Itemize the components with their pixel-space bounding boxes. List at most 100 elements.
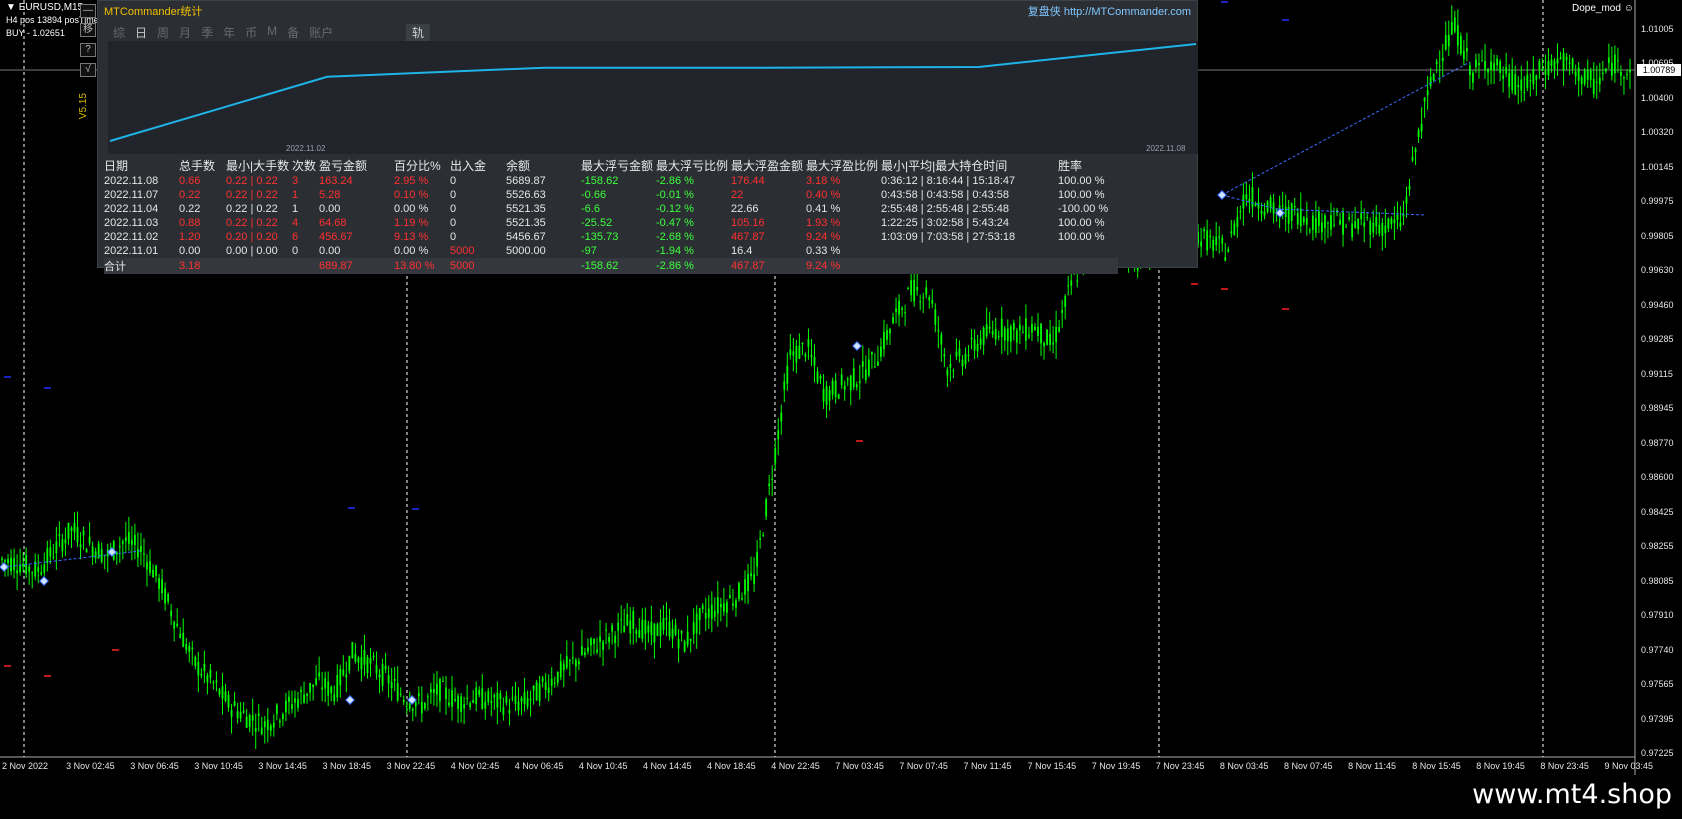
candle-body xyxy=(562,664,565,670)
cell-lots: 0.22 xyxy=(179,203,201,215)
candle-body xyxy=(1040,323,1042,344)
candle-body xyxy=(1538,61,1541,70)
cell-count: 0 xyxy=(292,245,299,257)
candle-body xyxy=(861,361,864,367)
candle-body xyxy=(161,579,163,594)
candle-body xyxy=(1067,285,1070,287)
table-row: 2022.11.04 0.22 0.22 | 0.22 1 0.00 0.00 % 0 552… xyxy=(104,202,1118,216)
candle-body xyxy=(913,279,916,302)
candle-body xyxy=(451,690,453,707)
tab-2[interactable]: 周 xyxy=(152,24,174,41)
candle-body xyxy=(886,330,888,340)
candle-body xyxy=(1034,326,1036,331)
candle-body xyxy=(64,539,67,544)
candle-body xyxy=(756,552,759,567)
move-button[interactable]: 移 xyxy=(80,23,96,37)
candle-body xyxy=(1626,74,1628,76)
column-header: 出入金 xyxy=(450,159,487,173)
candle-body xyxy=(665,618,668,620)
candle-body xyxy=(351,642,354,659)
tab-0[interactable]: 综 xyxy=(108,24,130,41)
tab-7[interactable]: M xyxy=(262,24,282,41)
candle-body xyxy=(1438,65,1441,67)
candle-body xyxy=(880,346,882,357)
candle-body xyxy=(559,661,562,678)
cell-pnl: 5.28 xyxy=(319,189,341,201)
candle-body xyxy=(725,602,728,613)
column-header: 盈亏金额 xyxy=(319,159,368,173)
cell-minmax: 0.22 | 0.22 xyxy=(226,189,278,201)
mini-chart-end-date: 2022.11.08 xyxy=(1146,144,1186,153)
minimize-button[interactable]: — xyxy=(80,4,96,18)
candle-body xyxy=(266,719,269,731)
tab-4[interactable]: 季 xyxy=(196,24,218,41)
tab-3[interactable]: 月 xyxy=(174,24,196,41)
candle-body xyxy=(330,686,333,694)
help-button[interactable]: ? xyxy=(80,43,96,57)
cell-balance: 5521.35 xyxy=(506,217,546,229)
candle-body xyxy=(411,708,414,711)
candle-body xyxy=(831,381,834,395)
tab-8[interactable]: 备 xyxy=(282,24,304,41)
candle-body xyxy=(898,300,900,315)
candle-body xyxy=(188,646,191,652)
candle-body xyxy=(732,603,734,606)
candle-body xyxy=(816,371,819,383)
candle-body xyxy=(1015,330,1018,343)
candle-body xyxy=(218,689,221,695)
candle-body xyxy=(792,351,795,356)
candle-body xyxy=(496,692,499,708)
candle-body xyxy=(689,638,692,641)
candle-body xyxy=(478,689,481,695)
candle-body xyxy=(1375,216,1378,227)
tab-6[interactable]: 币 xyxy=(240,24,262,41)
symbol-label: ▼ EURUSD,M15 xyxy=(6,2,84,13)
check-button[interactable]: √ xyxy=(80,63,96,77)
cell-minmax: 0.00 | 0.00 xyxy=(226,245,278,257)
cell-minmax: 0.22 | 0.22 xyxy=(226,203,278,215)
candle-body xyxy=(922,297,925,299)
candle-body xyxy=(1203,229,1206,232)
candle-body xyxy=(173,621,176,629)
candle-body xyxy=(883,331,885,350)
candle-body xyxy=(300,689,302,692)
tab-9[interactable]: 账户 xyxy=(304,24,338,41)
candle-body xyxy=(1496,58,1499,66)
candle-body xyxy=(393,678,396,681)
candle-body xyxy=(925,287,928,295)
candle-body xyxy=(1420,123,1423,132)
price-tick-label: 1.00145 xyxy=(1641,161,1674,172)
cell-count: 1 xyxy=(292,203,299,215)
cell-win: 100.00 % xyxy=(1058,231,1105,243)
candle-body xyxy=(1302,217,1305,223)
candle-body xyxy=(321,687,324,690)
candle-body xyxy=(961,359,964,367)
candle-body xyxy=(846,378,849,380)
time-tick-label: 9 Nov 03:45 xyxy=(1604,761,1654,771)
candle-body xyxy=(436,683,438,695)
candle-body xyxy=(1462,50,1465,60)
candle-body xyxy=(1620,71,1622,76)
cell-maxdd_pct: -0.12 % xyxy=(656,203,694,215)
candle-body xyxy=(254,728,257,732)
cell-hold: 1:22:25 | 3:02:58 | 5:43:24 xyxy=(881,217,1010,229)
candle-body xyxy=(937,330,940,332)
candle-body xyxy=(719,604,722,608)
candle-body xyxy=(73,522,76,533)
candle-body xyxy=(1610,62,1613,76)
candle-body xyxy=(1444,35,1447,50)
candle-body xyxy=(1290,203,1293,221)
candle-body xyxy=(1037,326,1039,336)
candle-body xyxy=(1248,198,1251,202)
table-row: 2022.11.01 0.00 0.00 | 0.00 0 0.00 0.00 % 5000… xyxy=(104,244,1118,258)
website-link[interactable]: 复盘侠 http://MTCommander.com xyxy=(1028,3,1191,19)
candle-body xyxy=(384,665,387,670)
candle-body xyxy=(294,698,296,703)
tab-5[interactable]: 年 xyxy=(218,24,240,41)
candle-body xyxy=(1447,34,1450,47)
candle-body xyxy=(164,588,167,604)
candle-body xyxy=(919,301,922,303)
candle-body xyxy=(1311,215,1314,230)
candle-body xyxy=(1493,63,1495,71)
tab-1[interactable]: 日 xyxy=(130,24,152,41)
